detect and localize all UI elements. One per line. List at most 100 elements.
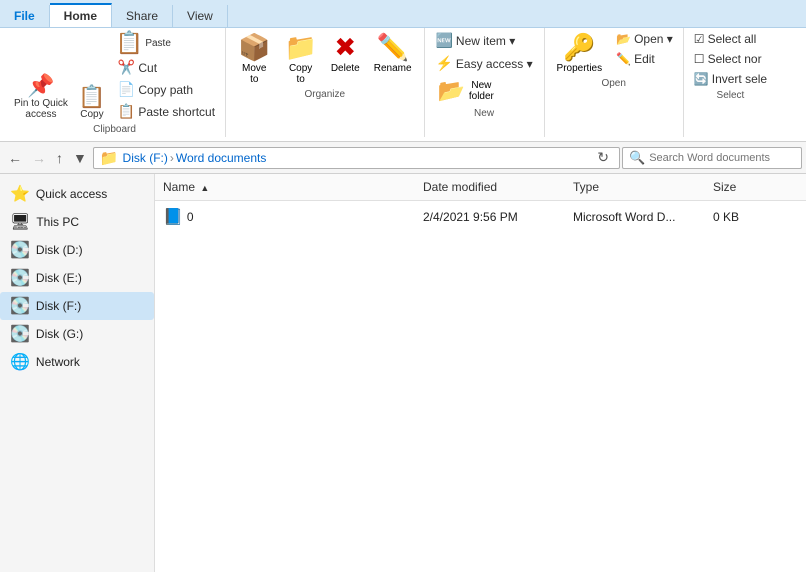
copy-path-icon: 📄 xyxy=(118,81,135,98)
tab-bar: File Home Share View xyxy=(0,0,806,28)
search-box[interactable]: 🔍 xyxy=(622,147,802,169)
sidebar-label-disk-g: Disk (G:) xyxy=(36,327,83,341)
open-group: 🔑 Properties 📂 Open ▾ ✏️ Edit Open xyxy=(545,28,684,137)
recent-locations-button[interactable]: ▼ xyxy=(69,148,91,168)
sidebar-label-disk-d: Disk (D:) xyxy=(36,243,83,257)
column-type[interactable]: Type xyxy=(565,178,705,196)
organize-label: Organize xyxy=(305,89,346,100)
clipboard-label: Clipboard xyxy=(93,124,136,135)
sidebar: ⭐ Quick access 🖥 This PC 💽 Disk (D:) 💽 D… xyxy=(0,174,155,572)
forward-button[interactable]: → xyxy=(28,148,50,168)
column-date[interactable]: Date modified xyxy=(415,178,565,196)
sidebar-item-disk-f[interactable]: 💽 Disk (F:) xyxy=(0,292,154,320)
invert-label: Invert sele xyxy=(712,72,767,86)
copy-path-label: Copy path xyxy=(138,83,193,97)
column-size[interactable]: Size xyxy=(705,178,785,196)
open-label: Open xyxy=(601,78,625,89)
disk-e-icon: 💽 xyxy=(10,268,30,288)
tab-file[interactable]: File xyxy=(0,5,50,27)
properties-icon: 🔑 xyxy=(563,32,595,63)
back-button[interactable]: ← xyxy=(4,148,26,168)
file-type: Microsoft Word D... xyxy=(565,208,705,226)
new-label: New xyxy=(474,108,494,119)
sidebar-item-quick-access[interactable]: ⭐ Quick access xyxy=(0,180,154,208)
edit-label: Edit xyxy=(634,52,655,66)
tab-home[interactable]: Home xyxy=(50,3,112,27)
copy-to-label: Copy to xyxy=(289,63,312,85)
file-header: Name ▲ Date modified Type Size xyxy=(155,174,806,201)
sidebar-label-network: Network xyxy=(36,355,80,369)
table-row[interactable]: 📘 0 2/4/2021 9:56 PM Microsoft Word D...… xyxy=(155,201,806,233)
copy-to-icon: 📁 xyxy=(284,32,316,63)
move-to-button[interactable]: 📦 Move to xyxy=(232,30,276,87)
new-folder-icon: 📂 xyxy=(437,78,464,104)
file-date: 2/4/2021 9:56 PM xyxy=(415,208,565,226)
cut-button[interactable]: ✂️ Cut xyxy=(114,57,219,78)
select-all-icon: ☑ xyxy=(694,32,705,46)
invert-selection-button[interactable]: 🔄 Invert sele xyxy=(690,70,771,88)
easy-access-button[interactable]: ⚡ Easy access ▾ xyxy=(431,53,536,74)
main-area: ⭐ Quick access 🖥 This PC 💽 Disk (D:) 💽 D… xyxy=(0,174,806,572)
disk-f-icon: 💽 xyxy=(10,296,30,316)
pin-icon: 📌 xyxy=(27,75,54,97)
new-folder-button[interactable]: 📂 New folder xyxy=(431,76,499,106)
paste-shortcut-button[interactable]: 📋 Paste shortcut xyxy=(114,101,219,122)
address-bar[interactable]: 📁 Disk (F:) › Word documents ↻ xyxy=(93,147,620,169)
address-word-docs[interactable]: Word documents xyxy=(176,151,267,165)
new-item-button[interactable]: 🆕 New item ▾ xyxy=(431,30,519,51)
select-none-button[interactable]: ☐ Select nor xyxy=(690,50,771,68)
paste-button[interactable]: 📋 Paste xyxy=(112,30,219,56)
address-parts: Disk (F:) › Word documents xyxy=(123,151,267,165)
tab-view[interactable]: View xyxy=(173,5,228,27)
invert-icon: 🔄 xyxy=(694,72,709,86)
sort-arrow: ▲ xyxy=(200,183,209,193)
disk-g-icon: 💽 xyxy=(10,324,30,344)
rename-button[interactable]: ✏️ Rename xyxy=(368,30,418,76)
properties-label: Properties xyxy=(557,63,603,74)
cut-icon: ✂️ xyxy=(118,59,135,76)
search-icon: 🔍 xyxy=(629,150,645,166)
properties-button[interactable]: 🔑 Properties xyxy=(551,30,609,76)
delete-label: Delete xyxy=(331,63,360,74)
delete-button[interactable]: ✖ Delete xyxy=(325,30,366,76)
file-name: 0 xyxy=(187,210,194,224)
sidebar-item-disk-e[interactable]: 💽 Disk (E:) xyxy=(0,264,154,292)
open-button[interactable]: 📂 Open ▾ xyxy=(612,30,677,48)
open-label: Open ▾ xyxy=(634,32,673,46)
address-disk-f[interactable]: Disk (F:) xyxy=(123,151,168,165)
sidebar-label-quick-access: Quick access xyxy=(36,187,107,201)
copy-icon: 📋 xyxy=(78,86,105,108)
edit-button[interactable]: ✏️ Edit xyxy=(612,50,677,68)
sidebar-label-disk-f: Disk (F:) xyxy=(36,299,81,313)
word-file-icon: 📘 xyxy=(163,207,183,227)
refresh-button[interactable]: ↻ xyxy=(593,147,613,168)
navigation-bar: ← → ↑ ▼ 📁 Disk (F:) › Word documents ↻ 🔍 xyxy=(0,142,806,174)
easy-access-label: Easy access ▾ xyxy=(456,57,533,71)
new-folder-label: New folder xyxy=(469,80,494,102)
sidebar-item-network[interactable]: 🌐 Network xyxy=(0,348,154,376)
pin-quick-access-button[interactable]: 📌 Pin to Quick access xyxy=(10,73,72,122)
sidebar-item-this-pc[interactable]: 🖥 This PC xyxy=(0,208,154,236)
copy-to-button[interactable]: 📁 Copy to xyxy=(278,30,322,87)
file-name-cell: 📘 0 xyxy=(155,205,415,229)
tab-share[interactable]: Share xyxy=(112,5,173,27)
select-group: ☑ Select all ☐ Select nor 🔄 Invert sele … xyxy=(684,28,777,137)
cut-label: Cut xyxy=(138,61,157,75)
sidebar-label-this-pc: This PC xyxy=(36,215,79,229)
move-label: Move to xyxy=(242,63,266,85)
column-name[interactable]: Name ▲ xyxy=(155,178,415,196)
folder-icon-address: 📁 xyxy=(100,149,119,167)
up-button[interactable]: ↑ xyxy=(52,148,67,168)
copy-path-button[interactable]: 📄 Copy path xyxy=(114,79,219,100)
new-group: 🆕 New item ▾ ⚡ Easy access ▾ 📂 New folde… xyxy=(425,28,545,137)
copy-button[interactable]: 📋 Copy xyxy=(74,84,110,122)
copy-label: Copy xyxy=(80,109,103,120)
sidebar-item-disk-g[interactable]: 💽 Disk (G:) xyxy=(0,320,154,348)
select-label: Select xyxy=(717,90,745,101)
select-all-button[interactable]: ☑ Select all xyxy=(690,30,771,48)
pin-label: Pin to Quick access xyxy=(14,98,68,120)
select-none-label: Select nor xyxy=(708,52,762,66)
file-pane: Name ▲ Date modified Type Size 📘 0 2/4/2… xyxy=(155,174,806,572)
search-input[interactable] xyxy=(649,152,795,164)
sidebar-item-disk-d[interactable]: 💽 Disk (D:) xyxy=(0,236,154,264)
